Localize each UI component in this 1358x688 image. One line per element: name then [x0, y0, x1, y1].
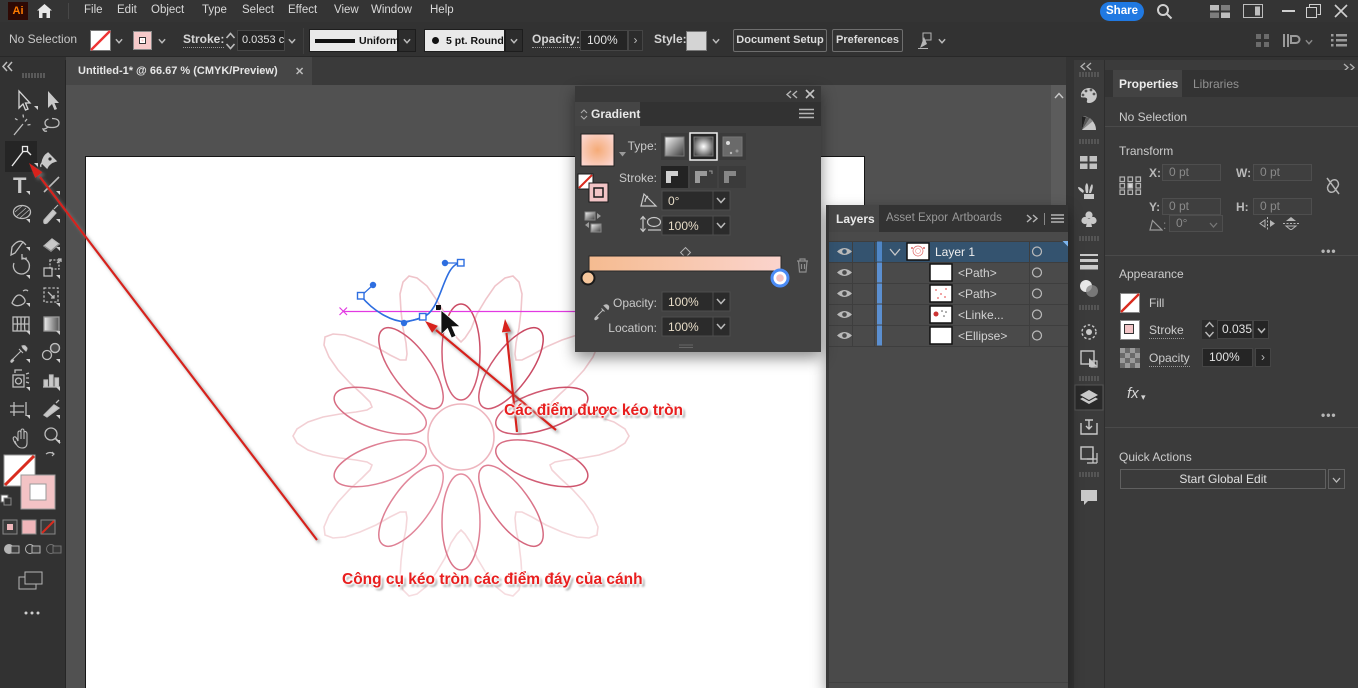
- svg-text:Location:: Location:: [608, 321, 657, 335]
- svg-text:T: T: [13, 173, 27, 198]
- svg-text:100%: 100%: [668, 320, 699, 334]
- svg-text:100%: 100%: [668, 295, 699, 309]
- svg-text:Opacity:: Opacity:: [613, 296, 657, 310]
- svg-text:<Ellipse>: <Ellipse>: [958, 329, 1007, 343]
- svg-text:<Linke...: <Linke...: [958, 308, 1004, 322]
- svg-text:<Path>: <Path>: [958, 266, 997, 280]
- svg-text:<Path>: <Path>: [958, 287, 997, 301]
- svg-text:Stroke:: Stroke:: [619, 171, 657, 185]
- svg-text:Layer 1: Layer 1: [935, 245, 975, 259]
- svg-text:0°: 0°: [668, 194, 680, 208]
- svg-text:Type:: Type:: [628, 139, 657, 153]
- svg-text:100%: 100%: [668, 219, 699, 233]
